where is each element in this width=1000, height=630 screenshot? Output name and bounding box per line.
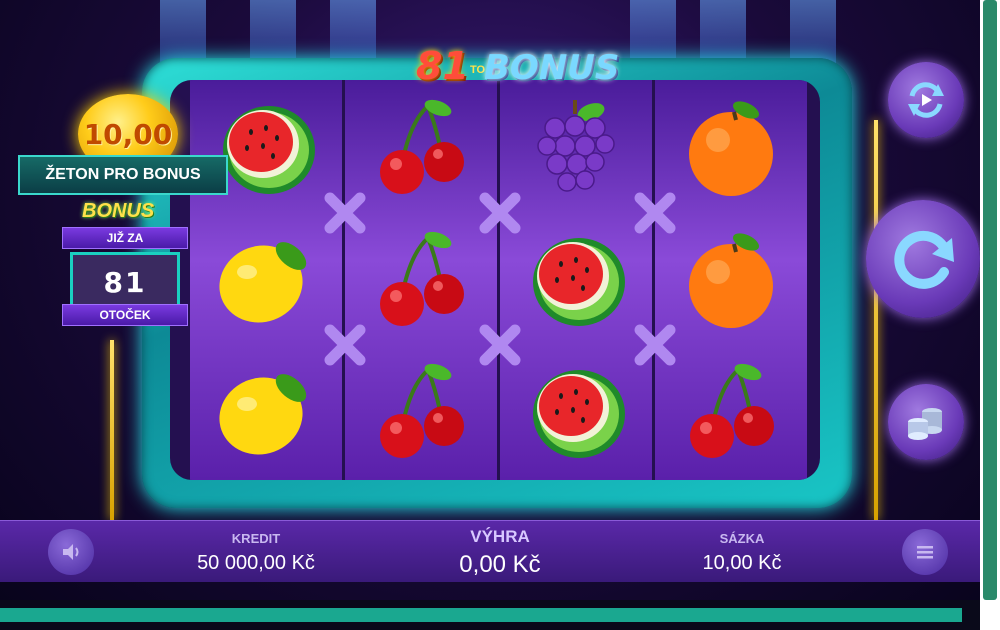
logo-to: TO bbox=[470, 64, 486, 76]
bottom-info-bar: KREDIT 50 000,00 Kč VÝHRA 0,00 Kč SÁZKA … bbox=[0, 520, 980, 582]
menu-button[interactable] bbox=[902, 529, 948, 575]
credit-value: 50 000,00 Kč bbox=[197, 552, 315, 574]
credit-label: KREDIT bbox=[231, 531, 281, 546]
reel-separator-x-icon bbox=[322, 190, 368, 236]
logo-word: BONUS bbox=[484, 48, 620, 88]
bet-button[interactable] bbox=[888, 384, 964, 460]
bet-display: SÁZKA 10,00 Kč bbox=[662, 531, 822, 575]
autoplay-button[interactable] bbox=[888, 62, 964, 138]
spins-counter: 81 bbox=[70, 252, 180, 312]
logo-number: 81 bbox=[416, 44, 469, 88]
game-stage: 81 TO BONUS 10,00 ŽETON PRO BONUS BONUS … bbox=[0, 0, 1000, 630]
token-label: ŽETON PRO BONUS bbox=[45, 166, 201, 183]
scrollbar-thumb[interactable] bbox=[983, 0, 997, 600]
reel-separator-x-icon bbox=[322, 322, 368, 368]
sound-button[interactable] bbox=[48, 529, 94, 575]
reel-area[interactable] bbox=[170, 80, 820, 480]
win-label: VÝHRA bbox=[470, 527, 530, 546]
already-in-label: JIŽ ZA bbox=[62, 227, 188, 249]
bet-label: SÁZKA bbox=[719, 531, 765, 546]
win-display: VÝHRA 0,00 Kč bbox=[420, 527, 580, 579]
symbol-lemon bbox=[190, 346, 342, 476]
spins-label: OTOČEK bbox=[62, 304, 188, 326]
reel-separator-x-icon bbox=[632, 322, 678, 368]
bonus-counter-panel: BONUS JIŽ ZA 81 OTOČEK bbox=[62, 200, 188, 342]
stage-floor bbox=[0, 600, 980, 630]
speaker-icon bbox=[63, 544, 79, 560]
coins-icon bbox=[908, 408, 942, 440]
scrollbar[interactable] bbox=[980, 0, 1000, 630]
coin-value: 10,00 bbox=[83, 117, 173, 151]
autoplay-icon bbox=[908, 82, 944, 118]
win-value: 0,00 Kč bbox=[459, 551, 541, 578]
bonus-title: BONUS bbox=[82, 200, 155, 222]
game-logo: 81 TO BONUS bbox=[408, 26, 619, 88]
reel-separator-x-icon bbox=[477, 190, 523, 236]
neon-light bbox=[874, 120, 878, 520]
bet-value: 10,00 Kč bbox=[702, 552, 782, 574]
credit-display: KREDIT 50 000,00 Kč bbox=[176, 531, 336, 575]
token-ribbon: ŽETON PRO BONUS bbox=[18, 155, 228, 195]
hamburger-menu-icon bbox=[917, 546, 933, 559]
reel-separator-x-icon bbox=[632, 190, 678, 236]
symbol-lemon bbox=[190, 214, 342, 344]
spin-button[interactable] bbox=[866, 200, 980, 318]
reel-separator-x-icon bbox=[477, 322, 523, 368]
neon-light bbox=[110, 340, 114, 520]
spin-icon bbox=[894, 230, 954, 289]
spins-left-value: 81 bbox=[103, 265, 147, 299]
